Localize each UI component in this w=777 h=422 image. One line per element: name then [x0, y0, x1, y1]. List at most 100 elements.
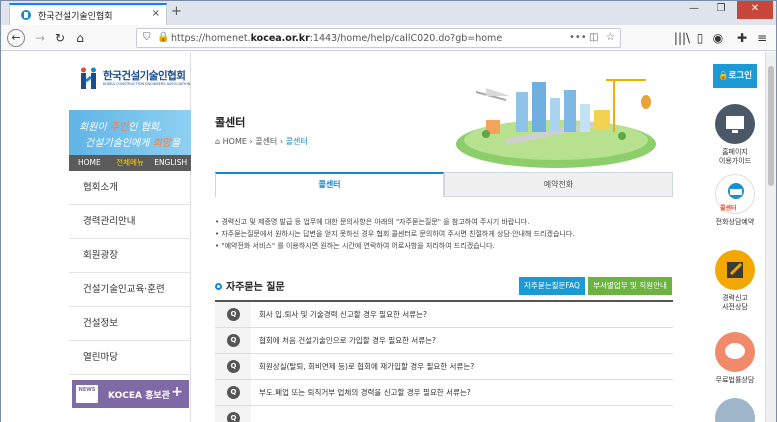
- notice-item: • 자주묻는질문에서 원하시는 답변을 얻지 못하신 경우 협회 콜센터로 문의…: [215, 230, 575, 238]
- login-button[interactable]: 🔒로그인: [713, 64, 757, 88]
- bookmark-star-icon[interactable]: ☆: [606, 32, 615, 43]
- browser-tab[interactable]: 한국건설기술인협회 ×: [9, 3, 167, 25]
- faq-question[interactable]: 협회에 처음 건설기술인으로 가입할 경우 필요한 서류는?: [259, 335, 436, 346]
- tab-bar: 한국건설기술인협회 × + — ❐ ✕: [1, 1, 776, 25]
- sidebar-toggle-icon[interactable]: ▯: [691, 29, 709, 47]
- page-scrollbar[interactable]: [765, 52, 776, 422]
- sidebar-item-info[interactable]: 건설정보: [69, 307, 191, 341]
- shield-icon[interactable]: ⛉: [143, 32, 151, 43]
- url-text[interactable]: https://homenet.kocea.or.kr:1443/home/he…: [171, 33, 502, 44]
- question-icon: Q: [227, 308, 240, 321]
- bullet-icon: [215, 283, 222, 290]
- faq-question[interactable]: 부도.폐업 또는 퇴직거부 업체의 경력을 신고할 경우 필요한 서류는?: [259, 387, 471, 398]
- question-icon: Q: [227, 334, 240, 347]
- quick-precounsel[interactable]: 경력신고 사전상담: [707, 250, 763, 312]
- breadcrumb-home[interactable]: HOME: [223, 137, 247, 146]
- main-content: 콜센터 ⌂ HOME › 콜센터 › 콜센터 콜센터 예약전화 • 경력신고 및…: [191, 52, 701, 422]
- slogan-banner: 회원이 주인인 협회, 건설기술인에게 희망을: [69, 110, 191, 155]
- window-maximize-button[interactable]: ❐: [708, 1, 734, 19]
- sidebar-item-education[interactable]: 건설기술인교육·훈련: [69, 273, 191, 307]
- site-favicon-icon: [21, 10, 31, 20]
- faq-question[interactable]: 회사 입.퇴사 및 기술경력 신고할 경우 필요한 서류는?: [259, 309, 427, 320]
- faq-list: Q 회사 입.퇴사 및 기술경력 신고할 경우 필요한 서류는? Q 협회에 처…: [215, 300, 673, 422]
- reload-button[interactable]: ↻: [51, 29, 69, 47]
- logo-text: 한국건설기술인협회: [103, 70, 186, 82]
- notice-item: • "예약전화 서비스" 를 이용하시면 원하는 시간에 연락하여 어로사항을 …: [215, 242, 495, 250]
- more-actions-icon[interactable]: •••: [569, 32, 587, 43]
- home-icon: ⌂: [215, 137, 223, 146]
- account-icon[interactable]: ◉: [709, 29, 727, 47]
- slogan-line-2: 건설기술인에게 희망을: [85, 138, 181, 149]
- callcenter-icon-label: 콜센터: [720, 205, 737, 212]
- new-tab-button[interactable]: +: [171, 4, 182, 19]
- kocea-logo[interactable]: 한국건설기술인협회 KOREA CONSTRUCTION ENGINEERS A…: [79, 65, 191, 95]
- phone-icon: 콜센터: [715, 174, 755, 214]
- menu-icon[interactable]: ≡: [753, 29, 771, 47]
- faq-row[interactable]: Q 부도.폐업 또는 퇴직거부 업체의 경력을 신고할 경우 필요한 서류는?: [215, 380, 673, 406]
- left-sidebar: 한국건설기술인협회 KOREA CONSTRUCTION ENGINEERS A…: [69, 52, 191, 422]
- faq-button[interactable]: 자주묻는질문FAQ: [519, 277, 585, 295]
- quick-legal[interactable]: 무료법률상담: [707, 332, 763, 385]
- page-title: 콜센터: [215, 116, 246, 129]
- tab-callcenter[interactable]: 콜센터: [215, 172, 444, 197]
- faq-question[interactable]: 회원상실(탈퇴, 회비면제 등)로 협회에 재가입할 경우 필요한 서류는?: [259, 361, 474, 372]
- department-guide-button[interactable]: 부서별업무 및 직원안내: [588, 277, 672, 295]
- forward-button[interactable]: →: [31, 29, 49, 47]
- top-menu-all[interactable]: 전체메뉴: [110, 155, 151, 171]
- browser-window: 한국건설기술인협회 × + — ❐ ✕ ← → ↻ ⌂ ⛉ 🔒 https://…: [0, 0, 777, 422]
- faq-row[interactable]: Q: [215, 406, 673, 422]
- plus-icon: +: [171, 384, 183, 400]
- chat-icon: [715, 332, 755, 372]
- question-icon: Q: [227, 412, 240, 422]
- slogan-line-1: 회원이 주인인 협회,: [79, 122, 163, 133]
- extensions-icon[interactable]: ✚: [733, 29, 751, 47]
- web-page: 한국건설기술인협회 KOREA CONSTRUCTION ENGINEERS A…: [1, 52, 765, 422]
- quick-guide[interactable]: 홈페이지 이용가이드: [707, 104, 763, 166]
- quick-callcenter-label: 전화상담예약: [715, 218, 755, 226]
- scrollbar-thumb[interactable]: [768, 66, 774, 186]
- faq-row[interactable]: Q 회원상실(탈퇴, 회비면제 등)로 협회에 재가입할 경우 필요한 서류는?: [215, 354, 673, 380]
- pencil-icon: [715, 250, 755, 290]
- top-menu-english[interactable]: ENGLISH: [150, 155, 191, 171]
- quick-callcenter[interactable]: 콜센터 전화상담예약: [707, 174, 763, 227]
- sidebar-item-career[interactable]: 경력관리안내: [69, 205, 191, 239]
- home-button[interactable]: ⌂: [71, 29, 89, 47]
- faq-row[interactable]: Q 협회에 처음 건설기술인으로 가입할 경우 필요한 서류는?: [215, 328, 673, 354]
- notice-item: • 경력신고 및 제증명 발급 등 업무에 대한 문의사항은 아래의 "자주묻는…: [215, 218, 530, 226]
- sidebar-item-about[interactable]: 협회소개: [69, 171, 191, 205]
- quick-legal-label: 무료법률상담: [715, 376, 755, 384]
- kocea-pr-label: KOCEA 홍보관: [108, 391, 170, 401]
- top-menu-home[interactable]: HOME: [69, 155, 110, 171]
- window-close-button[interactable]: ✕: [737, 1, 773, 19]
- nav-bar: ← → ↻ ⌂ ⛉ 🔒 https://homenet.kocea.or.kr:…: [1, 25, 776, 51]
- quick-precounsel-label: 경력신고 사전상담: [722, 294, 748, 311]
- tab-title: 한국건설기술인협회: [38, 12, 113, 22]
- quick-guide-label: 홈페이지 이용가이드: [718, 148, 752, 165]
- back-button[interactable]: ←: [7, 29, 25, 47]
- top-menu: HOME 전체메뉴 ENGLISH: [69, 155, 191, 171]
- faq-row[interactable]: Q 회사 입.퇴사 및 기술경력 신고할 경우 필요한 서류는?: [215, 302, 673, 328]
- kocea-logo-mark: [81, 67, 96, 89]
- lock-icon[interactable]: 🔒: [157, 32, 169, 43]
- url-bar[interactable]: ⛉ 🔒 https://homenet.kocea.or.kr:1443/hom…: [136, 28, 621, 48]
- window-minimize-button[interactable]: —: [681, 1, 707, 19]
- sidebar-item-open[interactable]: 열린마당: [69, 341, 191, 375]
- logo-subtext: KOREA CONSTRUCTION ENGINEERS ASSOCIATION: [103, 82, 191, 86]
- pocket-icon[interactable]: ◫: [589, 32, 598, 43]
- question-icon: Q: [227, 360, 240, 373]
- breadcrumb: ⌂ HOME › 콜센터 › 콜센터: [215, 136, 308, 147]
- document-icon: [715, 398, 755, 422]
- quick-more[interactable]: [707, 398, 763, 422]
- sidebar-item-members[interactable]: 회원광장: [69, 239, 191, 273]
- tab-reservation[interactable]: 예약전화: [444, 172, 673, 197]
- breadcrumb-current: 콜센터: [285, 137, 308, 146]
- faq-heading: 자주묻는 질문: [215, 278, 285, 293]
- library-icon[interactable]: |||\: [673, 29, 691, 47]
- news-icon: NEWS: [76, 385, 98, 403]
- kocea-pr-button[interactable]: NEWS KOCEA 홍보관 +: [72, 380, 189, 408]
- city-illustration: [456, 79, 656, 168]
- tab-close-icon[interactable]: ×: [152, 8, 160, 19]
- breadcrumb-section[interactable]: 콜센터: [255, 137, 277, 146]
- callcenter-tabs: 콜센터 예약전화: [215, 172, 673, 197]
- notice-list: • 경력신고 및 제증명 발급 등 업무에 대한 문의사항은 아래의 "자주묻는…: [215, 216, 685, 252]
